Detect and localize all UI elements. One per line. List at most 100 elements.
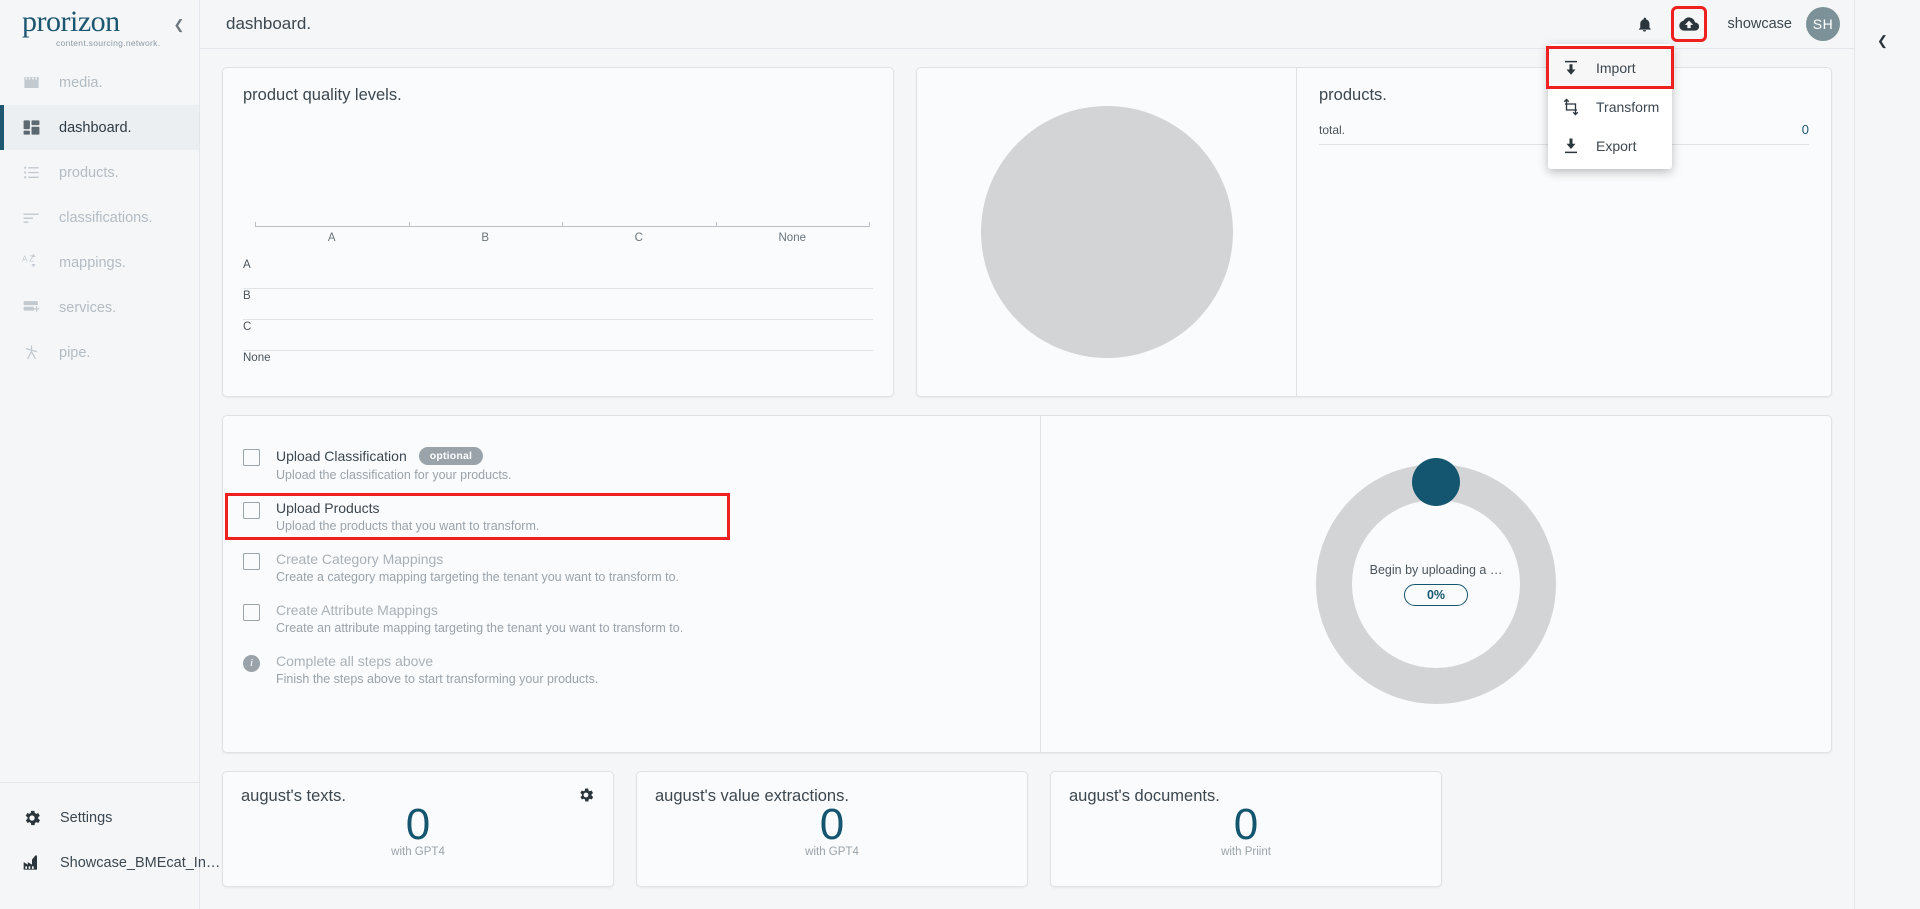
chart-x-tick-labels: A B C None bbox=[255, 232, 869, 244]
quality-bar-chart: A B C None A B C None bbox=[243, 105, 873, 382]
stat-body: 0 with Priint bbox=[1069, 800, 1423, 858]
checklist-item-create-attribute-mappings[interactable]: Create Attribute Mappings Create an attr… bbox=[223, 593, 1040, 644]
checklist-item-title: Create Category Mappings bbox=[276, 551, 444, 567]
card-title: product quality levels. bbox=[243, 86, 402, 104]
sidebar: prorizon content.sourcing.network. ❮ med… bbox=[0, 0, 220, 909]
list-icon bbox=[22, 163, 41, 182]
checklist-item-description: Create a category mapping targeting the … bbox=[276, 570, 680, 584]
pie-slice-empty bbox=[980, 106, 1233, 358]
stat-value: 0 bbox=[405, 800, 431, 849]
page-title: dashboard. bbox=[226, 14, 312, 33]
sidebar-item-mappings[interactable]: AZ mappings. bbox=[0, 240, 199, 285]
sidebar-item-label: pipe. bbox=[59, 344, 91, 361]
progress-percent-badge: 0% bbox=[1403, 583, 1469, 606]
products-pie-chart bbox=[917, 68, 1297, 396]
menu-item-label: Transform bbox=[1596, 98, 1660, 115]
checklist-item-create-category-mappings[interactable]: Create Category Mappings Create a catego… bbox=[223, 542, 1040, 593]
menu-item-label: Import bbox=[1596, 59, 1636, 76]
donut-center-content: Begin by uploading a … 0% bbox=[1316, 464, 1556, 704]
card-onboarding-steps: Upload Classification optional Upload th… bbox=[222, 415, 1832, 753]
transform-crop-icon bbox=[1562, 98, 1580, 116]
sidebar-item-products[interactable]: products. bbox=[0, 150, 199, 195]
sidebar-collapse-chevron-left-icon[interactable]: ❮ bbox=[171, 17, 187, 33]
info-icon: i bbox=[243, 655, 260, 672]
import-arrow-up-icon bbox=[1562, 59, 1580, 77]
x-tick-label: C bbox=[634, 232, 643, 244]
brand-logo[interactable]: prorizon content.sourcing.network. bbox=[0, 0, 199, 50]
x-tick-label: A bbox=[327, 232, 336, 244]
chart-y-row: C bbox=[243, 320, 873, 351]
sidebar-item-label: Showcase_BMEcat_In… bbox=[60, 854, 221, 871]
export-arrow-down-icon bbox=[1562, 137, 1580, 155]
checklist-item-title: Create Attribute Mappings bbox=[276, 602, 438, 618]
chart-x-axis bbox=[255, 222, 870, 227]
menu-item-export[interactable]: Export bbox=[1548, 126, 1672, 165]
dashboard-content: product quality levels. A B C None A B C… bbox=[200, 49, 1854, 909]
card-augusts-value-extractions: august's value extractions. 0 with GPT4 bbox=[636, 771, 1028, 887]
sidebar-item-dashboard[interactable]: dashboard. bbox=[0, 105, 199, 150]
sidebar-bottom-section: Settings Showcase_BMEcat_In… bbox=[0, 782, 220, 909]
factory-icon bbox=[22, 853, 42, 873]
status-badge: optional bbox=[418, 447, 484, 465]
chart-y-row: None bbox=[243, 352, 271, 364]
stat-value: 0 bbox=[1233, 800, 1259, 849]
sidebar-item-services[interactable]: services. bbox=[0, 285, 199, 330]
checklist-item-description: Create an attribute mapping targeting th… bbox=[276, 621, 684, 635]
gear-icon bbox=[22, 808, 42, 828]
dashboard-row-middle: Upload Classification optional Upload th… bbox=[222, 415, 1832, 753]
checklist-item-title: Upload Classification bbox=[276, 448, 407, 464]
checklist-item-description: Finish the steps above to start transfor… bbox=[276, 672, 599, 686]
menu-item-import[interactable]: Import bbox=[1546, 46, 1674, 89]
main-area: dashboard. showcase SH Import Transform … bbox=[200, 0, 1854, 909]
right-rail: ❮ bbox=[1854, 0, 1920, 909]
sidebar-item-label: media. bbox=[59, 74, 103, 91]
total-label: total. bbox=[1319, 123, 1346, 137]
dashboard-row-bottom: august's texts. 0 with GPT4 august's val… bbox=[222, 771, 1832, 905]
sidebar-item-settings[interactable]: Settings bbox=[0, 795, 199, 840]
card-augusts-texts: august's texts. 0 with GPT4 bbox=[222, 771, 614, 887]
sidebar-item-classifications[interactable]: classifications. bbox=[0, 195, 199, 240]
card-augusts-documents: august's documents. 0 with Priint bbox=[1050, 771, 1442, 887]
chart-plot-area bbox=[243, 115, 873, 226]
sidebar-item-tenant[interactable]: Showcase_BMEcat_In… bbox=[0, 840, 220, 885]
stat-body: 0 with GPT4 bbox=[241, 800, 595, 859]
server-add-icon bbox=[22, 298, 41, 317]
checklist-item-upload-classification[interactable]: Upload Classification optional Upload th… bbox=[223, 438, 1040, 491]
checklist-item-complete-all-steps: i Complete all steps above Finish the st… bbox=[223, 644, 1040, 695]
sidebar-item-label: classifications. bbox=[59, 209, 153, 226]
checkbox[interactable] bbox=[243, 604, 260, 621]
user-name: showcase bbox=[1727, 16, 1792, 32]
chart-y-category-rows: A B C None bbox=[243, 258, 873, 382]
topbar: dashboard. showcase SH Import Transform … bbox=[200, 0, 1854, 169]
avatar[interactable]: SH bbox=[1806, 7, 1840, 41]
upload-menu-button[interactable] bbox=[1670, 6, 1707, 42]
sidebar-nav: media. dashboard. products. classificati… bbox=[0, 60, 199, 782]
checkbox[interactable] bbox=[243, 449, 260, 466]
checkbox[interactable] bbox=[243, 553, 260, 570]
stat-body: 0 with GPT4 bbox=[655, 800, 1009, 859]
progress-donut: Begin by uploading a … 0% bbox=[1316, 458, 1556, 704]
menu-item-transform[interactable]: Transform bbox=[1548, 87, 1672, 126]
cloud-upload-icon bbox=[1678, 14, 1699, 34]
gear-icon[interactable] bbox=[577, 786, 595, 804]
sidebar-item-label: mappings. bbox=[59, 254, 126, 271]
film-icon bbox=[22, 73, 41, 92]
x-tick-label: B bbox=[481, 232, 490, 244]
sidebar-item-media[interactable]: media. bbox=[0, 60, 199, 105]
stat-subtitle: with GPT4 bbox=[805, 846, 859, 859]
stat-subtitle: with GPT4 bbox=[391, 846, 445, 859]
bell-icon bbox=[1636, 16, 1653, 33]
checklist-item-upload-products[interactable]: Upload Products Upload the products that… bbox=[223, 491, 1040, 542]
sidebar-item-pipe[interactable]: pipe. bbox=[0, 330, 199, 375]
card-products: products. total. 0 bbox=[916, 67, 1832, 397]
checkbox[interactable] bbox=[243, 502, 260, 519]
progress-donut-panel: Begin by uploading a … 0% bbox=[1041, 416, 1831, 752]
checklist-item-title: Complete all steps above bbox=[276, 653, 434, 669]
notifications-button[interactable] bbox=[1630, 9, 1660, 39]
progress-label: Begin by uploading a … bbox=[1369, 562, 1503, 577]
dashboard-grid-icon bbox=[22, 118, 41, 137]
sort-lines-icon bbox=[22, 208, 41, 227]
right-rail-collapse-chevron-left-icon[interactable]: ❮ bbox=[1877, 33, 1888, 49]
stat-value: 0 bbox=[819, 800, 845, 849]
chart-y-row: B bbox=[243, 289, 873, 320]
